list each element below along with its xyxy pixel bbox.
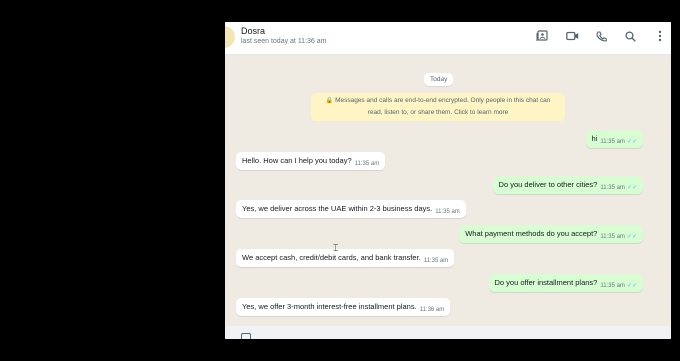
- message-time: 11:35 am: [600, 185, 625, 191]
- message-list[interactable]: Today 🔒 Messages and calls are end-to-end…: [225, 55, 671, 339]
- message-text: Do you offer installment plans?: [494, 278, 598, 287]
- encryption-notice-line1: Messages and calls are end-to-end encryp…: [335, 97, 551, 104]
- message-time: 11:35 am: [600, 139, 625, 145]
- message-time: 11:35 am: [354, 161, 380, 167]
- message-text: Do you deliver to other cities?: [498, 180, 598, 189]
- message-text: hi: [591, 134, 598, 143]
- phone-icon[interactable]: [593, 28, 609, 44]
- double-check-icon: ✓✓: [626, 139, 637, 145]
- double-check-icon: ✓✓: [626, 234, 637, 240]
- double-check-icon: ✓✓: [626, 283, 637, 289]
- message-time: 11:35 am: [423, 258, 449, 264]
- last-seen-status: last seen today at 11:36 am: [241, 38, 327, 45]
- message-bubble-incoming[interactable]: We accept cash, credit/debit cards, and …: [236, 249, 455, 267]
- message-bubble-incoming[interactable]: Hello. How can I help you today? 11:35 am: [236, 152, 386, 170]
- emoji-icon[interactable]: [241, 333, 251, 339]
- message-bubble-outgoing[interactable]: Do you offer installment plans? 11:35 am ✓…: [488, 274, 643, 292]
- chat-header[interactable]: Dosra last seen today at 11:36 am: [225, 22, 671, 55]
- message-time: 11:35 am: [435, 209, 460, 215]
- encryption-notice-line2: read, listen to, or share them. Click to…: [367, 109, 509, 116]
- message-bubble-incoming[interactable]: Yes, we offer 3-month interest-free inst…: [236, 298, 451, 316]
- chat-window: Dosra last seen today at 11:36 am Today …: [225, 22, 671, 339]
- contact-card-icon[interactable]: [534, 28, 550, 44]
- text-cursor-icon: ⌶: [333, 243, 339, 253]
- contact-name[interactable]: Dosra: [241, 26, 265, 36]
- message-bubble-outgoing[interactable]: What payment methods do you accept? 11:35…: [459, 225, 643, 243]
- message-bubble-outgoing[interactable]: hi 11:35 am ✓✓: [585, 130, 643, 148]
- lock-icon: 🔒: [325, 98, 334, 104]
- search-icon[interactable]: [622, 28, 638, 44]
- message-time: 11:35 am: [600, 234, 625, 240]
- compose-bar[interactable]: [225, 326, 671, 339]
- message-text: What payment methods do you accept?: [465, 229, 598, 238]
- double-check-icon: ✓✓: [626, 185, 637, 191]
- date-divider: Today: [424, 73, 454, 86]
- message-bubble-incoming[interactable]: Yes, we deliver across the UAE within 2-…: [236, 200, 466, 218]
- avatar[interactable]: [225, 26, 235, 48]
- message-text: We accept cash, credit/debit cards, and …: [242, 253, 421, 262]
- menu-dots-icon[interactable]: [652, 28, 668, 44]
- video-call-icon[interactable]: [564, 28, 580, 44]
- message-bubble-outgoing[interactable]: Do you deliver to other cities? 11:35 am ✓…: [492, 176, 643, 194]
- message-time: 11:36 am: [419, 307, 445, 313]
- encryption-notice[interactable]: 🔒 Messages and calls are end-to-end encry…: [311, 93, 565, 121]
- message-text: Hello. How can I help you today?: [242, 156, 352, 165]
- message-text: Yes, we deliver across the UAE within 2-…: [242, 204, 433, 213]
- message-time: 11:35 am: [600, 283, 625, 289]
- message-text: Yes, we offer 3-month interest-free inst…: [242, 302, 417, 311]
